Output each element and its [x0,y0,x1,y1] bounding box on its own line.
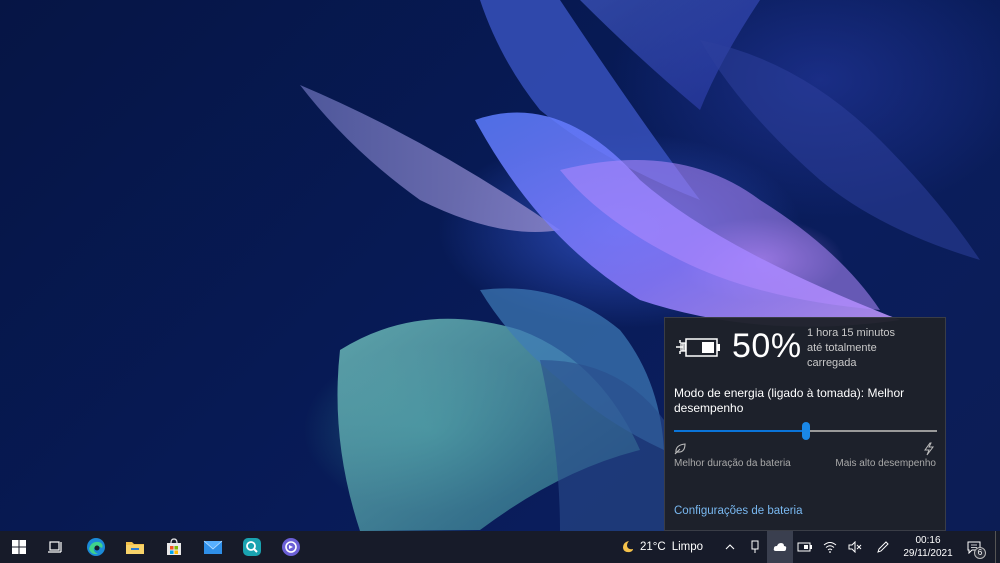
mail-icon [203,540,223,554]
store-icon [167,538,181,555]
clock[interactable]: 00:16 29/11/2021 [898,534,958,560]
store-app[interactable] [155,531,193,563]
power-mode-slider[interactable] [674,421,937,441]
volume-muted-icon [848,541,862,553]
task-view-button[interactable] [37,531,75,563]
task-view-icon [48,541,62,553]
clock-date: 29/11/2021 [903,548,953,559]
leaf-icon [674,443,686,455]
magnifier-app-icon [243,538,261,556]
power-mode-label: Modo de energia (ligado à tomada): Melho… [674,386,905,415]
battery-percent: 50% [732,327,802,365]
cloud-icon [773,543,787,551]
battery-icon [797,542,812,552]
tray-onedrive[interactable] [767,531,793,563]
show-desktop-button[interactable] [995,531,1000,563]
tray-overflow-chevron[interactable] [718,531,742,563]
edge-app[interactable] [77,531,115,563]
moon-icon [623,541,633,553]
slider-thumb[interactable] [802,422,810,440]
lightning-icon [924,442,934,456]
battery-flyout: 50% 1 hora 15 minutos até totalmente car… [664,317,946,531]
chevron-up-icon [725,544,735,550]
tray-volume[interactable] [843,531,867,563]
battery-charging-icon [676,338,720,357]
usb-device-icon [751,540,759,553]
clock-time: 00:16 [915,535,941,546]
taskbar: 21°C Limpo 00:16 29/11/2021 6 [0,531,1000,563]
file-explorer-app[interactable] [116,531,154,563]
circle-app[interactable] [272,531,310,563]
tray-battery[interactable] [793,531,817,563]
circle-arrow-icon [282,538,300,556]
best-battery-label: Melhor duração da bateria [674,458,791,469]
folder-icon [126,542,144,554]
start-button[interactable] [0,531,38,563]
battery-status-line: 1 hora 15 minutos [807,327,896,339]
battery-status-line: até totalmente [807,342,877,354]
slider-track [806,430,937,432]
tray-pen[interactable] [871,531,895,563]
search-app[interactable] [233,531,271,563]
battery-status-text: 1 hora 15 minutos até totalmente carrega… [807,326,937,371]
mail-app[interactable] [194,531,232,563]
tray-usb[interactable] [743,531,767,563]
slider-track-fill [674,430,806,432]
weather-temperature: 21°C [640,541,666,553]
weather-description: Limpo [671,541,704,553]
weather-widget[interactable]: 21°C Limpo [620,531,703,563]
notification-count-badge: 6 [974,547,986,559]
best-performance-label: Mais alto desempenho [835,458,936,469]
edge-icon [87,538,105,556]
battery-status-line: carregada [807,357,857,369]
wifi-icon [823,542,837,553]
battery-settings-link[interactable]: Configurações de bateria [674,505,803,517]
windows-logo-icon [12,540,26,554]
tray-wifi[interactable] [818,531,842,563]
pen-icon [877,541,889,553]
